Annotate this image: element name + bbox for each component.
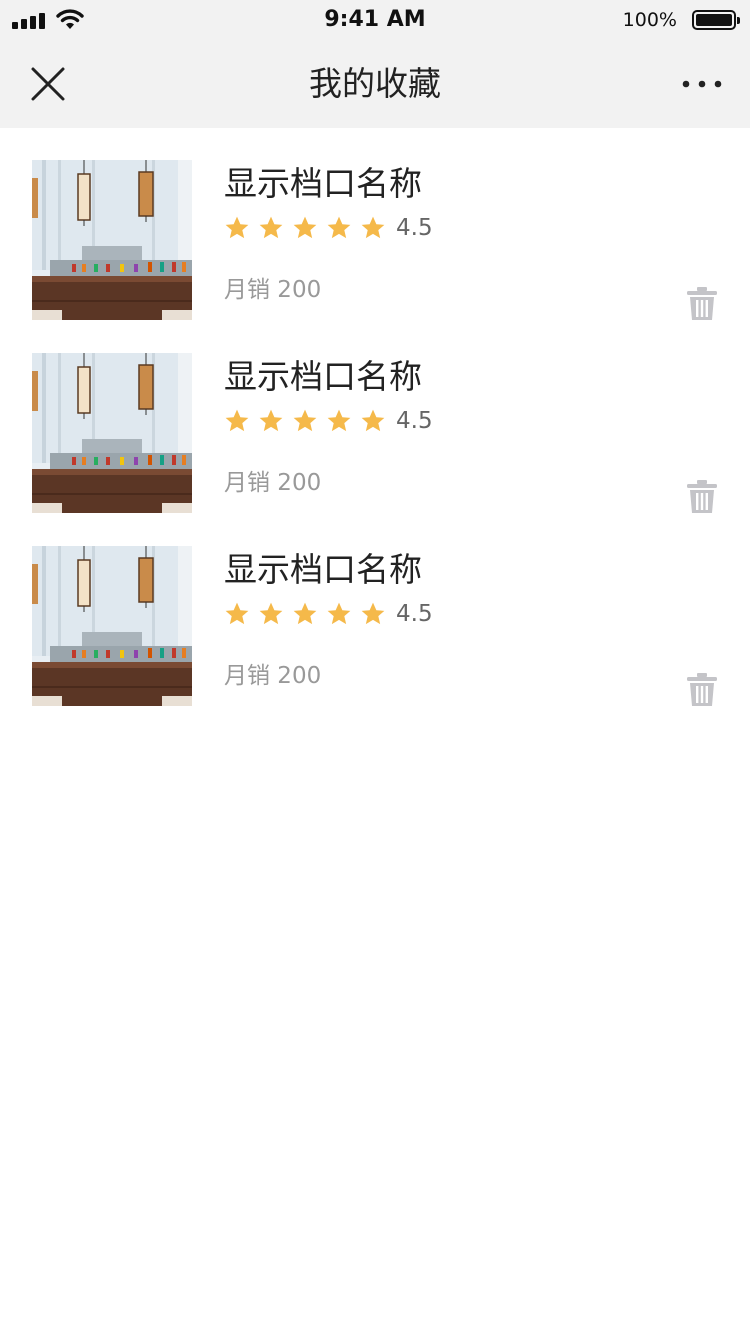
- stall-name: 显示档口名称: [224, 357, 422, 396]
- stall-name: 显示档口名称: [224, 550, 422, 589]
- stall-image: [32, 353, 192, 513]
- star-icon: [361, 602, 385, 625]
- navigation-bar: 我的收藏: [0, 40, 750, 128]
- star-icon: [361, 409, 385, 432]
- rating: 4.5: [224, 405, 433, 437]
- star-icon: [259, 409, 283, 432]
- stall-image: [32, 546, 192, 706]
- star-icon: [361, 216, 385, 239]
- favorite-item[interactable]: 显示档口名称 4.5 月销 200: [0, 128, 750, 321]
- stall-name: 显示档口名称: [224, 164, 422, 203]
- favorite-item[interactable]: 显示档口名称 4.5 月销 200: [0, 321, 750, 514]
- monthly-sales: 月销 200: [224, 277, 322, 303]
- trash-icon[interactable]: [686, 672, 718, 708]
- star-icon: [259, 216, 283, 239]
- star-icon: [225, 602, 249, 625]
- status-bar: 9:41 AM 100%: [0, 0, 750, 40]
- trash-icon[interactable]: [686, 479, 718, 515]
- rating-value: 4.5: [396, 408, 433, 434]
- page-title: 我的收藏: [309, 64, 441, 103]
- star-icon: [293, 216, 317, 239]
- favorite-item[interactable]: 显示档口名称 4.5 月销 200: [0, 514, 750, 707]
- star-icon: [259, 602, 283, 625]
- star-icon: [225, 216, 249, 239]
- rating-value: 4.5: [396, 601, 433, 627]
- trash-icon[interactable]: [686, 286, 718, 322]
- battery-percentage: 100%: [622, 9, 677, 31]
- stall-image: [32, 160, 192, 320]
- more-options-icon[interactable]: [682, 74, 722, 94]
- star-icon: [293, 602, 317, 625]
- star-icon: [327, 216, 351, 239]
- star-icon: [225, 409, 249, 432]
- star-icon: [293, 409, 317, 432]
- star-icon: [327, 602, 351, 625]
- rating: 4.5: [224, 598, 433, 630]
- rating: 4.5: [224, 212, 433, 244]
- monthly-sales: 月销 200: [224, 663, 322, 689]
- monthly-sales: 月销 200: [224, 470, 322, 496]
- favorites-list: 显示档口名称 4.5 月销 200 显示档口名称 4.5 月销 200 显示档口…: [0, 128, 750, 707]
- star-icon: [327, 409, 351, 432]
- battery-icon: [692, 10, 740, 30]
- rating-value: 4.5: [396, 215, 433, 241]
